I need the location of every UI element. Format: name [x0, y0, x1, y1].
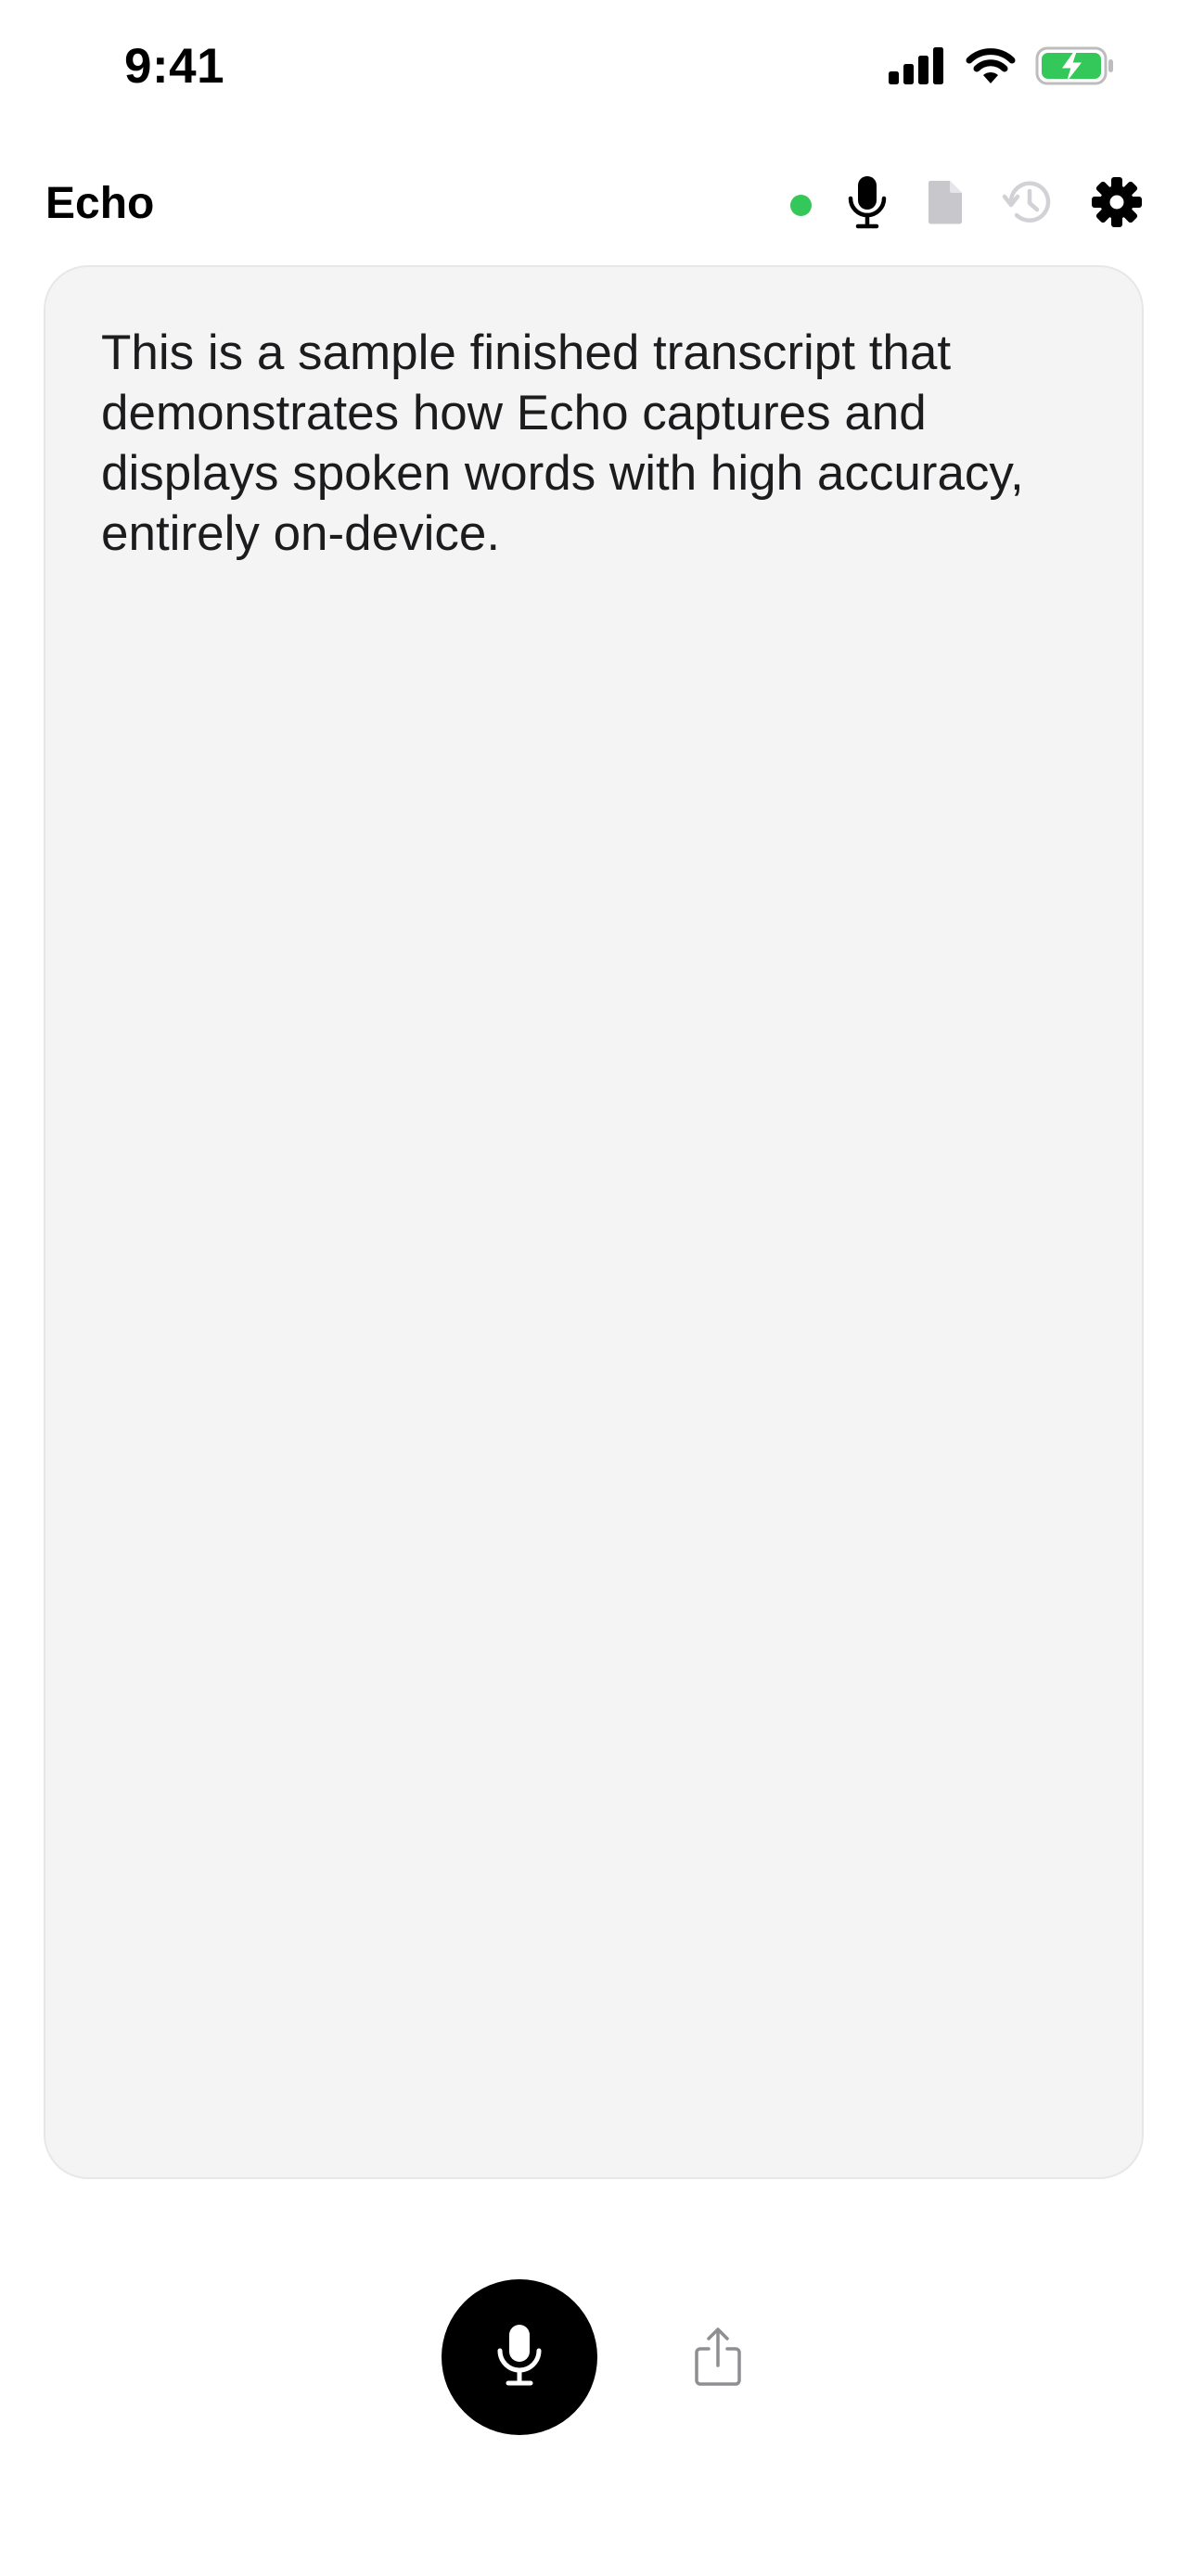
history-button[interactable] [992, 169, 1063, 239]
status-bar: 9:41 [0, 0, 1191, 139]
recording-status-indicator [790, 195, 812, 216]
document-icon [927, 179, 964, 230]
microphone-icon [847, 174, 888, 235]
microphone-icon [496, 2323, 543, 2392]
status-time: 9:41 [124, 39, 225, 94]
cellular-signal-icon [889, 46, 946, 89]
history-icon [1002, 176, 1054, 233]
app-title: Echo [45, 179, 155, 228]
record-button[interactable] [442, 2279, 597, 2435]
settings-button[interactable] [1082, 169, 1152, 239]
transcript-text: This is a sample finished transcript tha… [101, 325, 1024, 561]
status-icons [889, 46, 1115, 89]
share-button[interactable] [677, 2318, 759, 2400]
microphone-source-button[interactable] [832, 169, 903, 239]
share-icon [692, 2327, 744, 2392]
gear-icon [1091, 176, 1143, 233]
transcript-card[interactable]: This is a sample finished transcript tha… [44, 265, 1144, 2179]
transcript-files-button[interactable] [910, 169, 980, 239]
battery-charging-icon [1035, 46, 1115, 90]
wifi-icon [965, 46, 1017, 90]
